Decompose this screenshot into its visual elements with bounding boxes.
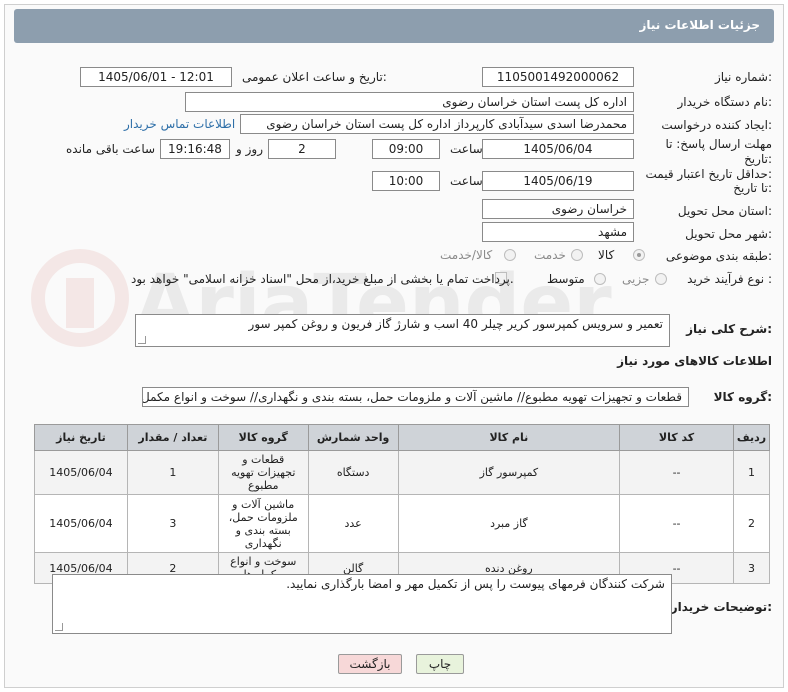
deadline-date-field: 1405/06/04	[482, 139, 634, 159]
back-button[interactable]: بازگشت	[338, 654, 402, 674]
print-button[interactable]: چاپ	[416, 654, 464, 674]
buyer-field: اداره کل پست استان خراسان رضوی	[185, 92, 634, 112]
category-option-service: خدمت	[534, 248, 566, 262]
cell-unit: دستگاه	[307, 450, 399, 495]
goods-group-label: گروه کالا:	[713, 390, 772, 404]
deadline-label-2: تاریخ:	[744, 152, 772, 166]
cell-quantity: 1	[126, 450, 219, 495]
cell-need-date: 1405/06/04	[34, 450, 128, 495]
category-radio-both[interactable]	[504, 249, 516, 261]
buyer-notes-label: توضیحات خریدار:	[670, 600, 772, 614]
col-need-date: تاریخ نیاز	[34, 424, 128, 451]
table-row: 1405/06/04 1 قطعات و تجهیزات تهویه مطبوع…	[34, 450, 771, 495]
cell-goods-name: گاز مبرد	[397, 494, 621, 553]
city-label: شهر محل تحویل:	[685, 227, 772, 241]
category-radio-service[interactable]	[571, 249, 583, 261]
goods-section-title: اطلاعات کالاهای مورد نیاز	[617, 354, 772, 368]
validity-time-label: ساعت	[450, 174, 483, 188]
validity-label-1: حداقل تاریخ اعتبار قیمت:	[645, 167, 772, 181]
page-header: جزئیات اطلاعات نیاز	[14, 9, 774, 43]
creator-label: ایجاد کننده درخواست:	[661, 118, 772, 132]
col-unit: واحد شمارش	[307, 424, 399, 451]
description-field: تعمیر و سرویس کمپرسور کریر چیلر 40 اسب و…	[135, 314, 670, 347]
announce-date-field: 1405/06/01 - 12:01	[80, 67, 232, 87]
cell-quantity: 3	[126, 494, 219, 553]
cell-row-number: 3	[732, 552, 771, 584]
table-row: 1405/06/04 3 ماشین آلات و ملزومات حمل، ب…	[34, 494, 771, 553]
resize-handle-icon[interactable]	[55, 623, 63, 631]
page-title: جزئیات اطلاعات نیاز	[639, 18, 760, 32]
deadline-time-field: 09:00	[372, 139, 440, 159]
need-number-field: 1105001492000062	[482, 67, 634, 87]
need-number-label: شماره نیاز:	[714, 70, 772, 84]
deadline-label-1: مهلت ارسال پاسخ: تا	[665, 137, 772, 151]
goods-group-field: قطعات و تجهیزات تهویه مطبوع// ماشین آلات…	[142, 387, 689, 407]
cell-goods-name: کمپرسور گاز	[397, 450, 621, 495]
buyer-contact-link[interactable]: اطلاعات تماس خریدار	[124, 117, 235, 131]
items-table: تاریخ نیاز تعداد / مقدار گروه کالا واحد …	[34, 424, 771, 584]
col-quantity: تعداد / مقدار	[126, 424, 219, 451]
validity-label-2: تا تاریخ:	[733, 181, 772, 195]
cell-need-date: 1405/06/04	[34, 494, 128, 553]
cell-goods-code: --	[619, 450, 734, 495]
description-label: شرح کلی نیاز:	[686, 322, 772, 336]
buyer-notes-field: شرکت کنندگان فرمهای پیوست را پس از تکمیل…	[52, 574, 672, 634]
cell-goods-group: ماشین آلات و ملزومات حمل، بسته بندی و نگ…	[217, 494, 309, 553]
process-radio-medium[interactable]	[594, 273, 606, 285]
resize-handle-icon[interactable]	[138, 336, 146, 344]
province-field: خراسان رضوی	[482, 199, 634, 219]
announce-date-label: تاریخ و ساعت اعلان عمومی:	[242, 70, 387, 84]
creator-field: محمدرضا اسدی سیدآبادی کارپرداز اداره کل …	[240, 114, 634, 134]
category-radio-goods[interactable]	[633, 249, 645, 261]
process-option-minor: جزیی	[622, 272, 650, 286]
table-header-row: تاریخ نیاز تعداد / مقدار گروه کالا واحد …	[34, 424, 771, 451]
city-field: مشهد	[482, 222, 634, 242]
treasury-payment-text: پرداخت تمام یا بخشی از مبلغ خرید،از محل …	[131, 272, 514, 286]
col-goods-group: گروه کالا	[217, 424, 309, 451]
process-label: نوع فرآیند خرید :	[687, 272, 772, 286]
remaining-time-field: 19:16:48	[160, 139, 230, 159]
cell-row-number: 1	[732, 450, 771, 495]
cell-unit: عدد	[307, 494, 399, 553]
validity-date-field: 1405/06/19	[482, 171, 634, 191]
cell-goods-code: --	[619, 494, 734, 553]
col-row-number: ردیف	[732, 424, 771, 451]
category-option-both: کالا/خدمت	[440, 248, 493, 262]
days-field: 2	[268, 139, 336, 159]
cell-row-number: 2	[732, 494, 771, 553]
col-goods-name: نام کالا	[397, 424, 621, 451]
category-label: طبقه بندی موضوعی:	[665, 249, 772, 263]
process-option-medium: متوسط	[547, 272, 585, 286]
validity-time-field: 10:00	[372, 171, 440, 191]
category-option-goods: کالا	[598, 248, 615, 262]
col-goods-code: کد کالا	[619, 424, 734, 451]
remaining-time-label: ساعت باقی مانده	[66, 142, 156, 156]
province-label: استان محل تحویل:	[677, 204, 772, 218]
cell-goods-group: قطعات و تجهیزات تهویه مطبوع	[217, 450, 309, 495]
process-radio-minor[interactable]	[655, 273, 667, 285]
days-label: روز و	[236, 142, 263, 156]
deadline-time-label: ساعت	[450, 142, 483, 156]
buyer-label: نام دستگاه خریدار:	[677, 95, 773, 109]
